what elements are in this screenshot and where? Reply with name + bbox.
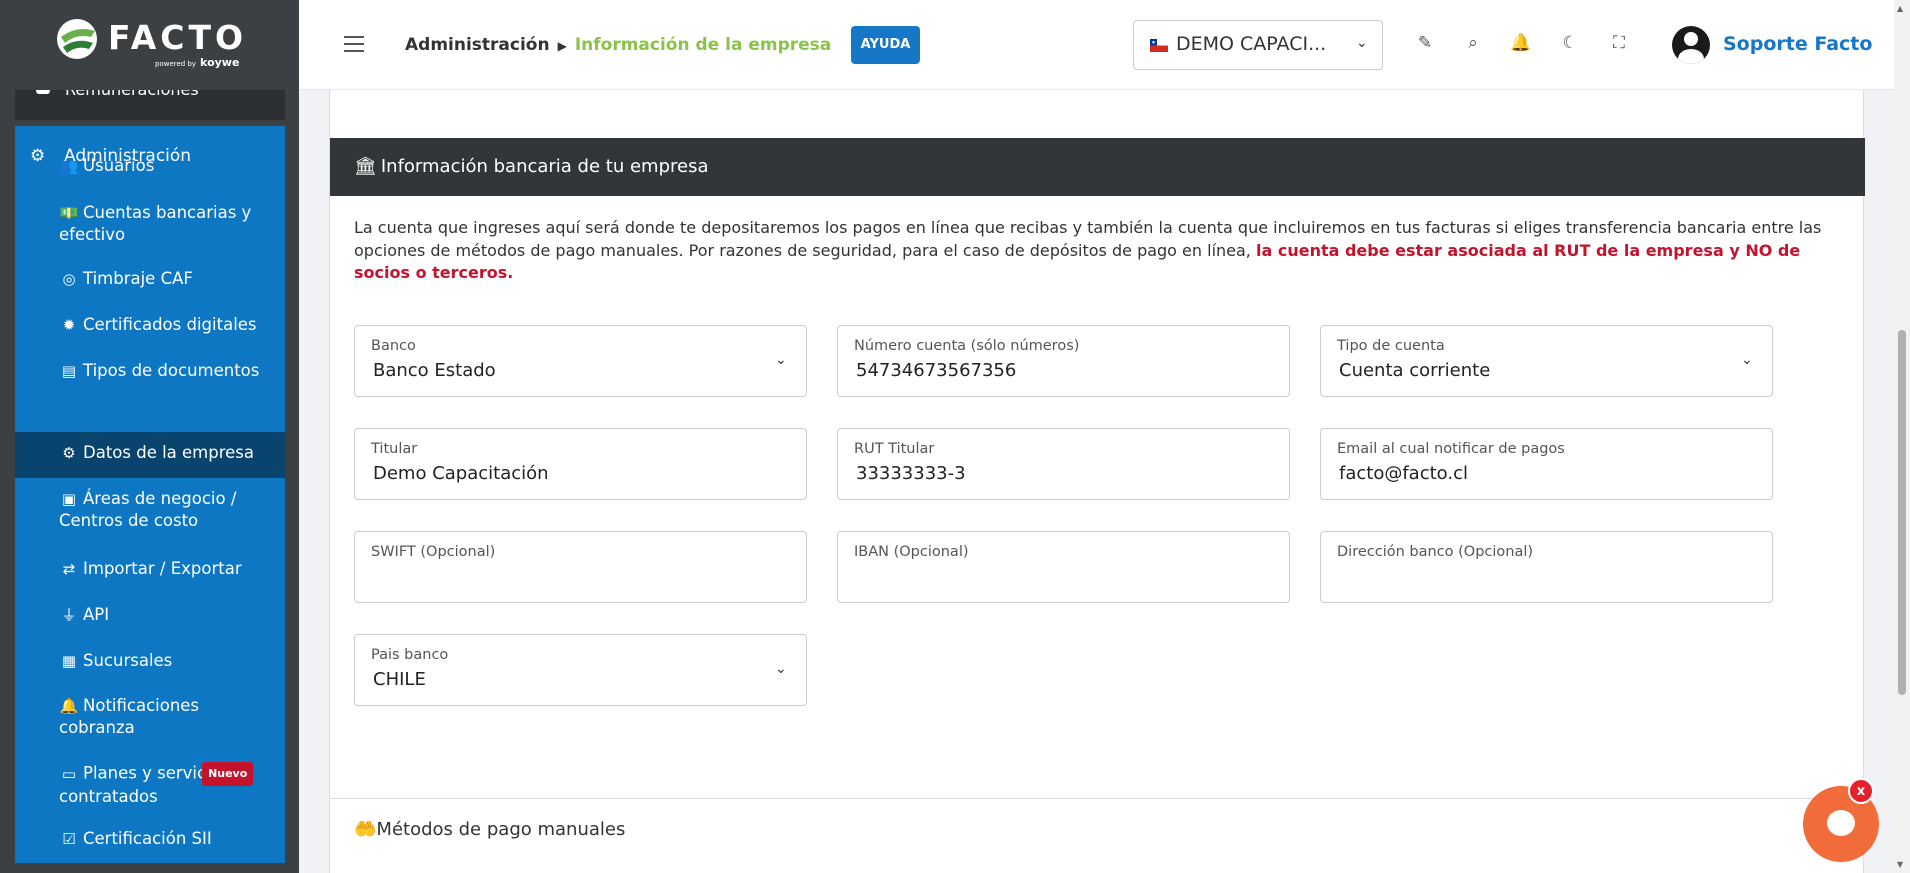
scroll-up-icon[interactable]: ▲ [1897, 4, 1903, 13]
scroll-down-icon[interactable]: ▼ [1897, 860, 1903, 869]
bank-address-field[interactable]: Dirección banco (Opcional) [1320, 531, 1773, 603]
sidebar-item-importar[interactable]: ⇄ Importar / Exportar [15, 558, 285, 580]
sidebar-item-notificaciones[interactable]: 🔔 Notificaciones cobranza [15, 695, 285, 739]
sidebar-item-timbraje[interactable]: ◎ Timbraje CAF [15, 268, 285, 290]
section-description: La cuenta que ingreses aquí será donde t… [354, 218, 1822, 282]
chat-bubble-icon [1827, 810, 1855, 836]
company-name: DEMO CAPACI... [1176, 33, 1327, 55]
chevron-down-icon: ⌄ [775, 661, 787, 677]
sidebar-item-usuarios[interactable]: 👥 Usuarios [15, 155, 285, 177]
hand-money-icon: 🤲 [354, 819, 377, 840]
chevron-down-icon: ⌄ [1356, 35, 1368, 51]
section-title: Información bancaria de tu empresa [380, 156, 709, 177]
holder-rut-field[interactable]: RUT Titular 33333333-3 [837, 428, 1290, 500]
building-icon: ▦ [61, 652, 77, 670]
swift-field[interactable]: SWIFT (Opcional) [354, 531, 807, 603]
sidebar-admin-menu: ⚙ Administración 👥 Usuarios 💵 Cuentas banc… [15, 126, 285, 863]
avatar[interactable] [1672, 26, 1710, 64]
facto-logo-icon [57, 19, 97, 59]
chile-flag-icon [1150, 39, 1168, 52]
certificate-icon: ✹ [62, 316, 76, 334]
new-badge: Nuevo [202, 762, 254, 786]
user-name[interactable]: Soporte Facto [1723, 33, 1872, 55]
bank-info-card: 🏛 Información bancaria de tu empresa La c… [329, 90, 1865, 873]
gear-icon: ⚙ [62, 444, 76, 462]
search-icon[interactable]: ⌕ [1461, 33, 1485, 57]
holder-field[interactable]: Titular Demo Capacitación [354, 428, 807, 500]
breadcrumb-administracion[interactable]: Administración [405, 35, 550, 55]
bell-icon[interactable]: 🔔 [1509, 33, 1533, 57]
id-card-icon: ▭ [61, 764, 77, 783]
logo-powered: powered by koywe [155, 56, 240, 69]
top-header: Administración ▶ Información de la empresa… [299, 0, 1910, 90]
exchange-icon: ⇄ [62, 560, 76, 578]
page-scrollbar[interactable]: ▲ ▼ [1894, 0, 1910, 873]
sidebar-item-sucursales[interactable]: ▦ Sucursales [15, 650, 285, 672]
scrollbar-thumb[interactable] [1898, 330, 1906, 695]
chat-close-button[interactable]: x [1848, 778, 1874, 804]
archive-icon: ▣ [61, 490, 77, 508]
users-icon: 👥 [59, 157, 79, 175]
check-square-icon: ☑ [62, 830, 76, 848]
accordion-label: Métodos de pago manuales [376, 819, 626, 840]
account-number-field[interactable]: Número cuenta (sólo números) 54734673567… [837, 325, 1290, 397]
fullscreen-icon[interactable]: ⛶ [1607, 33, 1631, 57]
bank-icon: 🏛 [354, 156, 377, 177]
bank-select[interactable]: Banco Banco Estado ⌄ [354, 325, 807, 397]
logo[interactable]: FACTO powered by koywe [0, 0, 299, 90]
breadcrumb: Administración ▶ Información de la empresa [405, 35, 831, 55]
iban-field[interactable]: IBAN (Opcional) [837, 531, 1290, 603]
manual-payment-methods-accordion[interactable]: 🤲Métodos de pago manuales ⌄ [330, 798, 1865, 858]
sidebar-item-tipos-documentos[interactable]: ▤ Tipos de documentos [15, 360, 285, 382]
chevron-down-icon: ⌄ [1741, 352, 1753, 368]
target-icon: ◎ [62, 270, 76, 288]
breadcrumb-separator-icon: ▶ [557, 39, 567, 53]
sidebar-item-cuentas[interactable]: 💵 Cuentas bancarias y efectivo [15, 202, 285, 246]
sidebar-item-certificados[interactable]: ✹ Certificados digitales [15, 314, 285, 336]
sidebar: FACTO powered bykoywe Remuneraciones ⚙ A… [0, 0, 299, 873]
sidebar-item-api[interactable]: ⏚ API [15, 604, 285, 626]
bank-country-select[interactable]: Pais banco CHILE ⌄ [354, 634, 807, 706]
notify-email-field[interactable]: Email al cual notificar de pagos facto@f… [1320, 428, 1773, 500]
sidebar-item-certificacion[interactable]: ☑ Certificación SII [15, 828, 285, 850]
edit-list-icon[interactable]: ✎ [1413, 33, 1437, 57]
breadcrumb-current: Información de la empresa [574, 35, 832, 55]
hamburger-menu-icon[interactable] [344, 36, 364, 54]
sidebar-item-datos-empresa[interactable]: ⚙ Datos de la empresa [15, 432, 285, 478]
chevron-down-icon: ⌄ [775, 352, 787, 368]
moon-icon[interactable]: ☾ [1558, 33, 1582, 57]
cash-icon: 💵 [59, 204, 79, 222]
plug-icon: ⏚ [61, 606, 77, 624]
sidebar-item-planes[interactable]: ▭ Planes y servic Nuevo contratados [15, 762, 285, 808]
bell-icon: 🔔 [59, 697, 79, 715]
document-icon: ▤ [61, 362, 77, 380]
section-header: 🏛 Información bancaria de tu empresa [330, 138, 1865, 196]
main-content: 🏛 Información bancaria de tu empresa La c… [299, 90, 1910, 873]
sidebar-item-areas[interactable]: ▣ Áreas de negocio / Centros de costo [15, 488, 285, 532]
help-button[interactable]: AYUDA [851, 26, 920, 64]
company-selector[interactable]: DEMO CAPACI... ⌄ [1133, 20, 1383, 70]
app-root: FACTO powered bykoywe Remuneraciones ⚙ A… [0, 0, 1910, 873]
account-type-select[interactable]: Tipo de cuenta Cuenta corriente ⌄ [1320, 325, 1773, 397]
logo-brand: FACTO [108, 18, 248, 57]
